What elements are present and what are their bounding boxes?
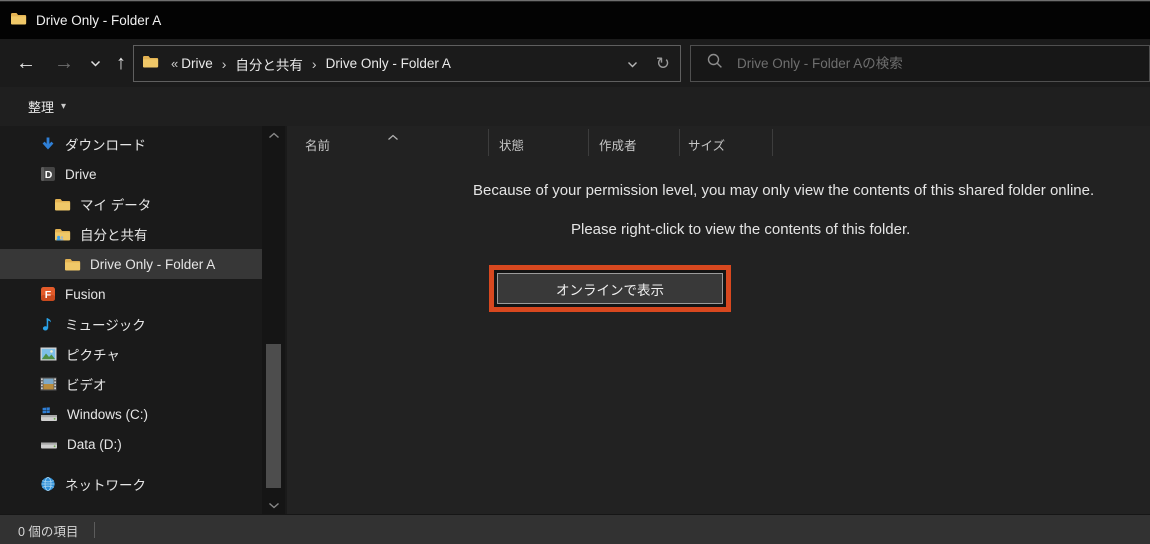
address-dropdown-chevron-icon[interactable] xyxy=(627,55,638,73)
sidebar-item-label: Drive Only - Folder A xyxy=(90,256,216,272)
breadcrumb-item-current[interactable]: Drive Only - Folder A xyxy=(326,56,451,71)
sidebar-item-label: Data (D:) xyxy=(67,436,122,452)
sidebar-item-pictures[interactable]: ピクチャ xyxy=(0,339,262,369)
search-box[interactable] xyxy=(690,45,1150,82)
sidebar-scrollbar[interactable] xyxy=(262,126,285,514)
command-toolbar: 整理 ▾ xyxy=(0,87,1150,126)
folder-icon xyxy=(64,257,81,272)
column-header-name[interactable]: 名前 xyxy=(305,135,330,154)
folder-icon xyxy=(142,54,159,74)
drive-app-icon: D xyxy=(40,166,56,182)
permission-message: Because of your permission level, you ma… xyxy=(473,182,1095,199)
sidebar-item-drive-only-folder-a[interactable]: Drive Only - Folder A xyxy=(0,249,262,279)
file-list-pane: 名前 状態 作成者 サイズ Because of your permission… xyxy=(287,126,1150,514)
status-divider xyxy=(94,522,96,538)
windows-drive-icon xyxy=(40,406,58,422)
sidebar-item-label: ダウンロード xyxy=(65,138,146,153)
sidebar-item-network[interactable]: ネットワーク xyxy=(0,469,262,499)
recent-locations-chevron-icon[interactable] xyxy=(84,39,106,87)
column-separator[interactable] xyxy=(488,129,489,156)
sidebar-item-label: 自分と共有 xyxy=(80,228,148,243)
sidebar-item-label: Fusion xyxy=(65,286,106,302)
svg-text:D: D xyxy=(45,169,53,181)
breadcrumb-item-drive[interactable]: Drive xyxy=(181,56,213,71)
up-button[interactable]: ↑ xyxy=(106,39,136,87)
sidebar-item-fusion[interactable]: F Fusion xyxy=(0,279,262,309)
shared-folder-icon xyxy=(54,227,71,242)
breadcrumb-separator-icon[interactable]: › xyxy=(303,56,326,72)
right-click-message: Please right-click to view the contents … xyxy=(571,221,911,238)
scroll-down-icon[interactable] xyxy=(262,496,285,514)
folder-icon xyxy=(10,11,27,31)
sidebar-item-data-d[interactable]: Data (D:) xyxy=(0,429,262,459)
sidebar-item-label: ミュージック xyxy=(65,318,146,333)
column-separator[interactable] xyxy=(679,129,680,156)
sidebar-item-windows-c[interactable]: Windows (C:) xyxy=(0,399,262,429)
address-bar[interactable]: « Drive › 自分と共有 › Drive Only - Folder A … xyxy=(133,45,681,82)
navigation-bar: ← → ↑ « Drive › 自分と共有 › Drive Only - Fol… xyxy=(0,39,1150,87)
organize-button[interactable]: 整理 ▾ xyxy=(28,97,66,116)
sidebar-item-videos[interactable]: ビデオ xyxy=(0,369,262,399)
breadcrumb-item-shared[interactable]: 自分と共有 xyxy=(235,54,303,74)
item-count-label: 0 個の項目 xyxy=(18,524,79,539)
content-area: ダウンロード D Drive マイ データ 自分と共有 Drive Only -… xyxy=(0,126,1150,514)
column-header-author[interactable]: 作成者 xyxy=(599,135,637,154)
search-input[interactable] xyxy=(737,56,1117,71)
sidebar-item-label: マイ データ xyxy=(80,198,152,213)
sidebar-item-label: Windows (C:) xyxy=(67,406,149,422)
sidebar-item-label: ビデオ xyxy=(66,378,107,393)
title-bar: Drive Only - Folder A xyxy=(0,2,1150,39)
music-icon xyxy=(40,316,56,332)
sort-ascending-icon xyxy=(387,128,399,146)
svg-text:F: F xyxy=(45,289,52,301)
search-icon xyxy=(707,53,723,74)
scroll-up-icon[interactable] xyxy=(262,126,285,144)
status-bar: 0 個の項目 xyxy=(0,514,1150,544)
forward-button[interactable]: → xyxy=(46,39,82,87)
column-separator[interactable] xyxy=(772,129,773,156)
folder-icon xyxy=(54,197,71,212)
navigation-pane: ダウンロード D Drive マイ データ 自分と共有 Drive Only -… xyxy=(0,126,287,514)
sidebar-item-my-data[interactable]: マイ データ xyxy=(0,189,262,219)
highlight-annotation-box: オンラインで表示 xyxy=(489,265,731,312)
fusion-icon: F xyxy=(40,286,56,302)
breadcrumb-separator-icon[interactable]: › xyxy=(213,56,236,72)
scrollbar-thumb[interactable] xyxy=(266,344,281,488)
videos-icon xyxy=(40,377,57,391)
back-button[interactable]: ← xyxy=(8,39,44,87)
column-header-status[interactable]: 状態 xyxy=(499,135,524,154)
sidebar-item-label: ピクチャ xyxy=(66,348,120,363)
breadcrumb-collapse[interactable]: « xyxy=(159,56,181,71)
sidebar-item-label: ネットワーク xyxy=(65,478,146,493)
explorer-window: Drive Only - Folder A ← → ↑ « Drive › 自分… xyxy=(0,0,1150,544)
network-icon xyxy=(40,476,56,492)
data-drive-icon xyxy=(40,437,58,452)
column-header-size[interactable]: サイズ xyxy=(688,135,725,154)
sidebar-item-shared-with-me[interactable]: 自分と共有 xyxy=(0,219,262,249)
dropdown-caret-icon: ▾ xyxy=(61,101,67,112)
sidebar-item-drive[interactable]: D Drive xyxy=(0,159,262,189)
view-online-button[interactable]: オンラインで表示 xyxy=(497,273,723,304)
column-header-row: 名前 状態 作成者 サイズ xyxy=(287,126,1150,159)
pictures-icon xyxy=(40,347,57,361)
sidebar-item-label: Drive xyxy=(65,166,97,182)
organize-label: 整理 xyxy=(28,100,55,115)
sidebar-item-downloads[interactable]: ダウンロード xyxy=(0,129,262,159)
refresh-icon[interactable]: ↻ xyxy=(656,54,670,74)
window-title: Drive Only - Folder A xyxy=(36,13,162,28)
downloads-icon xyxy=(40,136,56,152)
column-separator[interactable] xyxy=(588,129,589,156)
sidebar-item-music[interactable]: ミュージック xyxy=(0,309,262,339)
